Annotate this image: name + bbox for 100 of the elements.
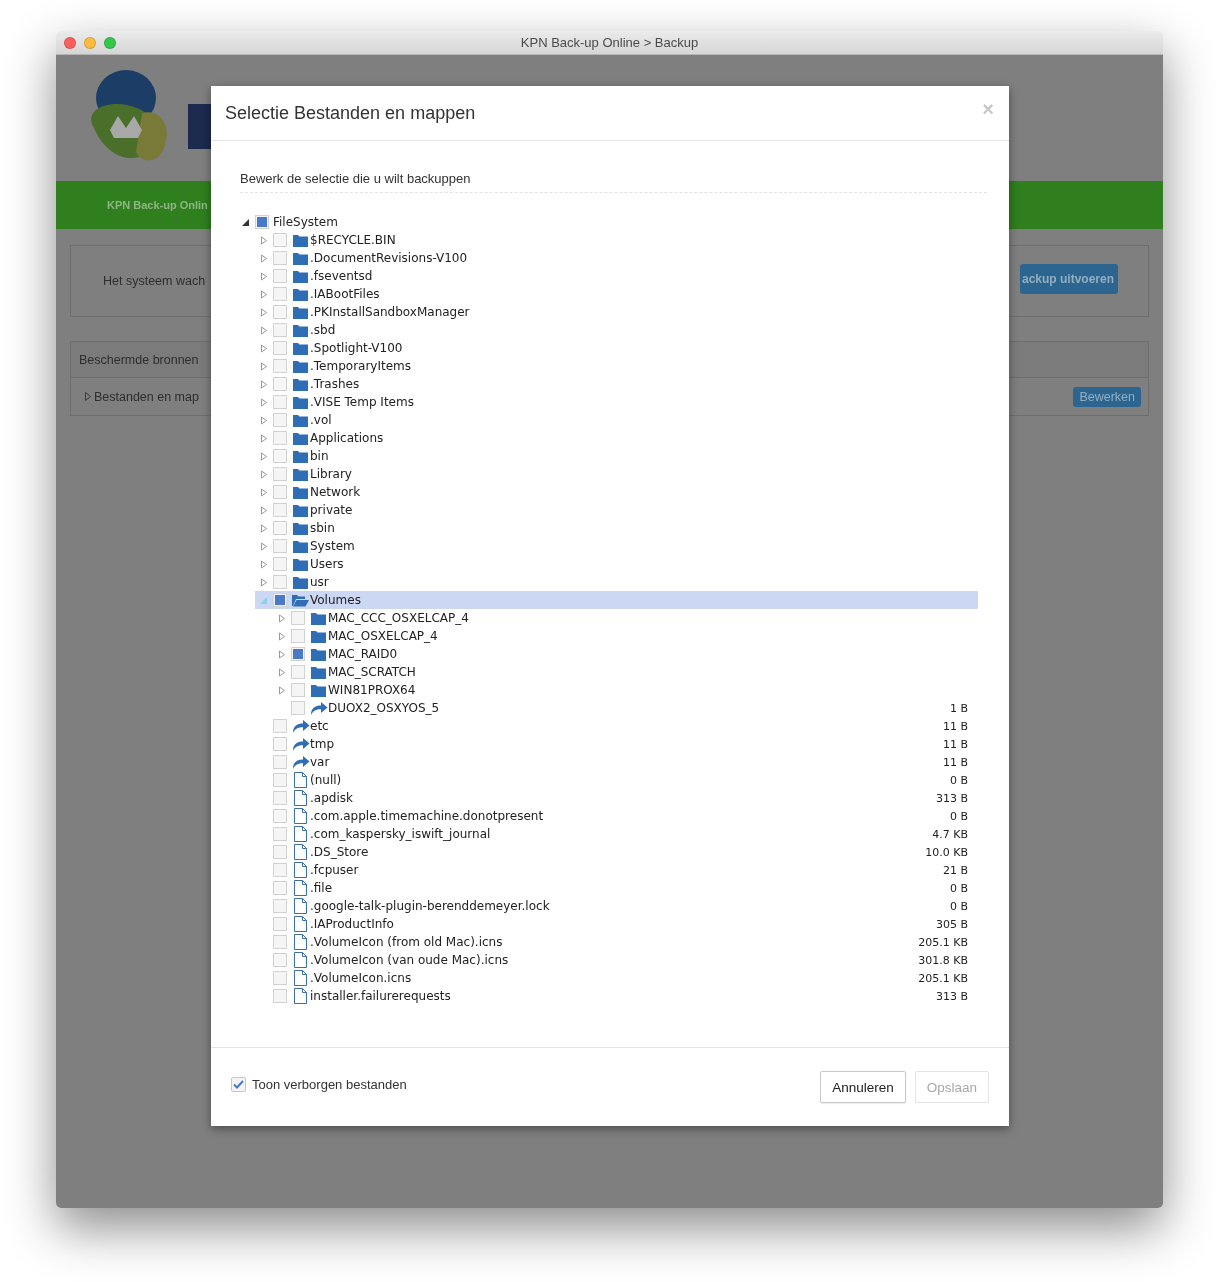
checkbox[interactable] [273, 305, 287, 319]
collapsed-arrow-icon[interactable] [260, 307, 268, 317]
checkbox[interactable] [273, 575, 287, 589]
tree-row[interactable]: .vol [255, 411, 978, 429]
checkbox[interactable] [273, 359, 287, 373]
tree-row[interactable]: .fcpuser 21 B [255, 861, 978, 879]
checkbox[interactable] [273, 431, 287, 445]
tree-row[interactable]: etc 11 B [255, 717, 978, 735]
tree-row[interactable]: MAC_OSXELCAP_4 [273, 627, 978, 645]
tree-row[interactable]: .google-talk-plugin-berenddemeyer.lock 0 B [255, 897, 978, 915]
tree-row[interactable]: (null) 0 B [255, 771, 978, 789]
tree-row[interactable]: .Trashes [255, 375, 978, 393]
tree-row[interactable]: $RECYCLE.BIN [255, 231, 978, 249]
checkbox[interactable] [273, 341, 287, 355]
checkbox[interactable] [273, 251, 287, 265]
close-button[interactable] [64, 36, 76, 49]
collapsed-arrow-icon[interactable] [260, 253, 268, 263]
cancel-button[interactable]: Annuleren [820, 1071, 906, 1103]
tree-row[interactable]: .PKInstallSandboxManager [255, 303, 978, 321]
tree-row[interactable]: MAC_SCRATCH [273, 663, 978, 681]
collapsed-arrow-icon[interactable] [260, 523, 268, 533]
tree-row[interactable]: .com_kaspersky_iswift_journal 4.7 KB [255, 825, 978, 843]
checkbox[interactable] [291, 647, 305, 661]
expanded-arrow-icon[interactable] [242, 217, 250, 227]
tree-row[interactable]: .sbd [255, 321, 978, 339]
tree-row[interactable]: .IAProductInfo 305 B [255, 915, 978, 933]
tree-row[interactable]: .VolumeIcon (from old Mac).icns 205.1 KB [255, 933, 978, 951]
collapsed-arrow-icon[interactable] [278, 649, 286, 659]
checkbox[interactable] [273, 539, 287, 553]
tree-row[interactable]: .TemporaryItems [255, 357, 978, 375]
checkbox[interactable] [273, 287, 287, 301]
collapsed-arrow-icon[interactable] [260, 559, 268, 569]
tree-row[interactable]: installer.failurerequests 313 B [255, 987, 978, 1005]
checkbox[interactable] [273, 719, 287, 733]
checkbox[interactable] [273, 233, 287, 247]
checkbox[interactable] [273, 485, 287, 499]
tree-row[interactable]: WIN81PROX64 [273, 681, 978, 699]
tree-row[interactable]: DUOX2_OSXYOS_5 1 B [273, 699, 978, 717]
checkbox[interactable] [273, 917, 287, 931]
tree-row[interactable]: .DocumentRevisions-V100 [255, 249, 978, 267]
checkbox[interactable] [273, 845, 287, 859]
collapsed-arrow-icon[interactable] [260, 289, 268, 299]
checkbox[interactable] [273, 503, 287, 517]
tree-row[interactable]: sbin [255, 519, 978, 537]
checkbox[interactable] [273, 557, 287, 571]
collapsed-arrow-icon[interactable] [278, 613, 286, 623]
tree-row[interactable]: usr [255, 573, 978, 591]
tree-row[interactable]: Volumes [255, 591, 978, 609]
checkbox[interactable] [273, 863, 287, 877]
collapsed-arrow-icon[interactable] [260, 379, 268, 389]
checkbox[interactable] [273, 989, 287, 1003]
checkbox[interactable] [273, 323, 287, 337]
tree-row[interactable]: .file 0 B [255, 879, 978, 897]
collapsed-arrow-icon[interactable] [260, 325, 268, 335]
tree-row[interactable]: FileSystem [237, 213, 978, 231]
collapsed-arrow-icon[interactable] [260, 271, 268, 281]
checkbox[interactable] [273, 521, 287, 535]
checkbox[interactable] [231, 1076, 246, 1092]
tree-row[interactable]: .Spotlight-V100 [255, 339, 978, 357]
collapsed-arrow-icon[interactable] [260, 577, 268, 587]
checkbox[interactable] [273, 377, 287, 391]
checkbox[interactable] [291, 611, 305, 625]
tree-row[interactable]: .com.apple.timemachine.donotpresent 0 B [255, 807, 978, 825]
zoom-button[interactable] [104, 36, 116, 49]
collapsed-arrow-icon[interactable] [260, 397, 268, 407]
checkbox[interactable] [273, 449, 287, 463]
tree-row[interactable]: tmp 11 B [255, 735, 978, 753]
checkbox[interactable] [273, 269, 287, 283]
tree-row[interactable]: MAC_CCC_OSXELCAP_4 [273, 609, 978, 627]
checkbox[interactable] [273, 827, 287, 841]
tree-row[interactable]: Users [255, 555, 978, 573]
tree-row[interactable]: .DS_Store 10.0 KB [255, 843, 978, 861]
tree-row[interactable]: MAC_RAID0 [273, 645, 978, 663]
checkbox[interactable] [273, 773, 287, 787]
checkbox[interactable] [273, 467, 287, 481]
checkbox[interactable] [291, 701, 305, 715]
section-item[interactable]: Bestanden en map [94, 389, 199, 404]
collapsed-arrow-icon[interactable] [260, 235, 268, 245]
checkbox[interactable] [291, 683, 305, 697]
checkbox[interactable] [273, 593, 287, 607]
checkbox[interactable] [291, 665, 305, 679]
checkbox[interactable] [273, 755, 287, 769]
collapsed-arrow-icon[interactable] [278, 667, 286, 677]
collapsed-arrow-icon[interactable] [260, 469, 268, 479]
tree-row[interactable]: .VISE Temp Items [255, 393, 978, 411]
checkbox[interactable] [291, 629, 305, 643]
minimize-button[interactable] [84, 36, 96, 49]
collapsed-arrow-icon[interactable] [260, 451, 268, 461]
tree-row[interactable]: .fseventsd [255, 267, 978, 285]
checkbox[interactable] [273, 953, 287, 967]
tree-row[interactable]: private [255, 501, 978, 519]
tree-row[interactable]: Applications [255, 429, 978, 447]
checkbox[interactable] [273, 737, 287, 751]
collapsed-arrow-icon[interactable] [278, 685, 286, 695]
checkbox[interactable] [273, 413, 287, 427]
collapsed-arrow-icon[interactable] [278, 631, 286, 641]
tree-row[interactable]: System [255, 537, 978, 555]
collapsed-arrow-icon[interactable] [260, 505, 268, 515]
checkbox[interactable] [273, 791, 287, 805]
tree-row[interactable]: Network [255, 483, 978, 501]
